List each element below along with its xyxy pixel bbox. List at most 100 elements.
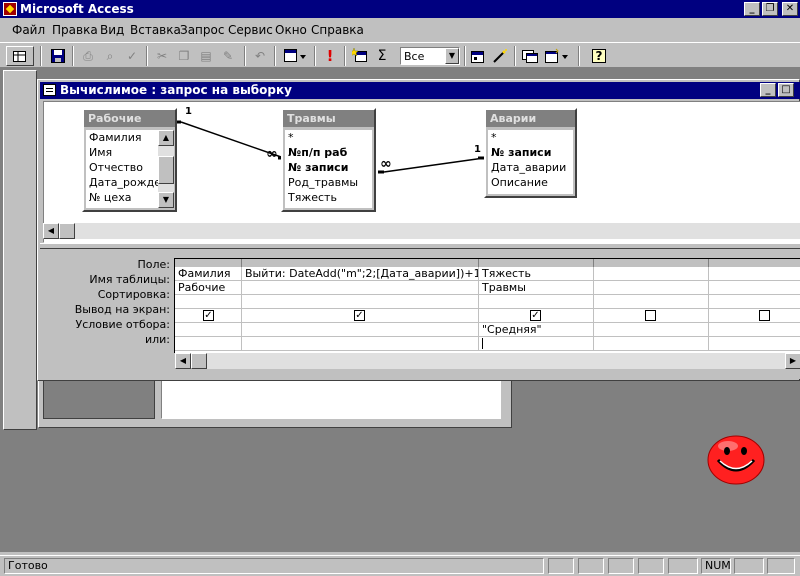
- copy-button[interactable]: ❐: [174, 46, 194, 66]
- totals-button[interactable]: Σ: [372, 46, 392, 66]
- preview-button[interactable]: ⌕: [100, 46, 120, 66]
- grid-field-cell[interactable]: Фамилия: [175, 267, 242, 281]
- field-item[interactable]: Тяжесть: [285, 190, 372, 205]
- spelling-button[interactable]: ✓: [122, 46, 142, 66]
- grid-table-cell[interactable]: [709, 281, 800, 295]
- new-object-button[interactable]: [542, 46, 572, 66]
- cut-button[interactable]: ✂: [152, 46, 172, 66]
- scroll-down-icon[interactable]: ▼: [158, 192, 174, 208]
- query-window-title-bar[interactable]: Вычислимое : запрос на выборку _ □: [40, 82, 800, 99]
- save-button[interactable]: [48, 46, 68, 66]
- grid-field-cell[interactable]: Выйти: DateAdd("m";2;[Дата_аварии])+15: [242, 267, 479, 281]
- field-item[interactable]: Описание: [488, 175, 573, 190]
- access-app-icon[interactable]: [3, 2, 17, 16]
- menu-view[interactable]: Вид: [100, 23, 124, 37]
- database-window-button[interactable]: [520, 46, 540, 66]
- field-item[interactable]: Фамилия: [86, 130, 158, 145]
- show-checkbox[interactable]: [759, 310, 770, 321]
- table-title[interactable]: Травмы: [283, 110, 374, 127]
- minimize-button[interactable]: _: [744, 2, 760, 16]
- run-button[interactable]: !: [320, 46, 340, 66]
- grid-field-cell[interactable]: Тяжесть: [479, 267, 594, 281]
- scroll-left-icon[interactable]: ◀: [43, 223, 59, 239]
- show-table-button[interactable]: [349, 46, 370, 66]
- grid-or-cell[interactable]: [479, 337, 594, 351]
- table-rabochie[interactable]: Рабочие Фамилия Имя Отчество Дата_рожде …: [82, 108, 177, 212]
- menu-insert[interactable]: Вставка: [130, 23, 181, 37]
- grid-or-cell[interactable]: [709, 337, 800, 351]
- scroll-up-icon[interactable]: ▲: [158, 130, 174, 146]
- column-selector[interactable]: [594, 259, 709, 267]
- table-pane-scrollbar[interactable]: ◀: [43, 223, 800, 239]
- field-item[interactable]: *: [285, 130, 372, 145]
- view-button[interactable]: [6, 46, 34, 66]
- help-button[interactable]: ?: [584, 46, 614, 66]
- grid-table-cell[interactable]: [594, 281, 709, 295]
- grid-field-cell[interactable]: [594, 267, 709, 281]
- field-item[interactable]: *: [488, 130, 573, 145]
- field-item[interactable]: Род_травмы: [285, 175, 372, 190]
- field-item[interactable]: Дата_аварии: [488, 160, 573, 175]
- grid-table-cell[interactable]: [242, 281, 479, 295]
- field-item[interactable]: № цеха: [86, 190, 158, 205]
- query-maximize-button[interactable]: □: [778, 83, 794, 97]
- grid-sort-cell[interactable]: [242, 295, 479, 309]
- field-item[interactable]: Имя: [86, 145, 158, 160]
- field-item[interactable]: № записи: [488, 145, 573, 160]
- grid-or-cell[interactable]: [242, 337, 479, 351]
- scroll-thumb[interactable]: [158, 156, 174, 184]
- properties-button[interactable]: [468, 46, 488, 66]
- query-type-button[interactable]: [280, 46, 310, 66]
- grid-table-cell[interactable]: Рабочие: [175, 281, 242, 295]
- field-item[interactable]: Дата_рожде: [86, 175, 158, 190]
- field-item[interactable]: № записи: [285, 160, 372, 175]
- scroll-left-icon[interactable]: ◀: [175, 353, 191, 369]
- show-checkbox[interactable]: ✓: [354, 310, 365, 321]
- grid-criteria-cell[interactable]: [175, 323, 242, 337]
- paste-button[interactable]: ▤: [196, 46, 216, 66]
- grid-table-cell[interactable]: Травмы: [479, 281, 594, 295]
- menu-query[interactable]: Запрос: [180, 23, 224, 37]
- menu-window[interactable]: Окно: [275, 23, 307, 37]
- grid-criteria-cell[interactable]: [709, 323, 800, 337]
- field-item[interactable]: Отчество: [86, 160, 158, 175]
- office-assistant-smiley[interactable]: [706, 432, 766, 486]
- close-button[interactable]: ✕: [782, 2, 798, 16]
- grid-sort-cell[interactable]: [709, 295, 800, 309]
- print-button[interactable]: ⎙: [78, 46, 98, 66]
- menu-file[interactable]: Файл: [12, 23, 45, 37]
- grid-scrollbar[interactable]: ◀ ▶: [175, 353, 800, 369]
- table-avarii[interactable]: Аварии * № записи Дата_аварии Описание: [484, 108, 577, 198]
- show-checkbox[interactable]: ✓: [203, 310, 214, 321]
- field-item[interactable]: №п/п раб: [285, 145, 372, 160]
- grid-criteria-cell[interactable]: [242, 323, 479, 337]
- undo-button[interactable]: ↶: [250, 46, 270, 66]
- table-title[interactable]: Рабочие: [84, 110, 175, 127]
- grid-field-cell[interactable]: [709, 267, 800, 281]
- table-title[interactable]: Аварии: [486, 110, 575, 127]
- scroll-right-icon[interactable]: ▶: [785, 353, 800, 369]
- column-selector[interactable]: [709, 259, 800, 267]
- menu-edit[interactable]: Правка: [52, 23, 98, 37]
- grid-or-cell[interactable]: [594, 337, 709, 351]
- menu-tools[interactable]: Сервис: [228, 23, 273, 37]
- grid-criteria-cell[interactable]: "Средняя": [479, 323, 594, 337]
- scroll-thumb[interactable]: [191, 353, 207, 369]
- column-selector[interactable]: [175, 259, 242, 267]
- column-selector[interactable]: [479, 259, 594, 267]
- grid-sort-cell[interactable]: [479, 295, 594, 309]
- column-selector[interactable]: [242, 259, 479, 267]
- scroll-thumb[interactable]: [59, 223, 75, 239]
- restore-button[interactable]: ❐: [762, 2, 778, 16]
- grid-sort-cell[interactable]: [594, 295, 709, 309]
- query-minimize-button[interactable]: _: [760, 83, 776, 97]
- show-checkbox[interactable]: ✓: [530, 310, 541, 321]
- table-scrollbar[interactable]: ▲ ▼: [158, 130, 174, 208]
- format-painter-button[interactable]: ✎: [218, 46, 238, 66]
- menu-help[interactable]: Справка: [311, 23, 364, 37]
- grid-or-cell[interactable]: [175, 337, 242, 351]
- build-button[interactable]: [490, 46, 510, 66]
- table-travmy[interactable]: Травмы * №п/п раб № записи Род_травмы Тя…: [281, 108, 376, 212]
- show-checkbox[interactable]: [645, 310, 656, 321]
- grid-criteria-cell[interactable]: [594, 323, 709, 337]
